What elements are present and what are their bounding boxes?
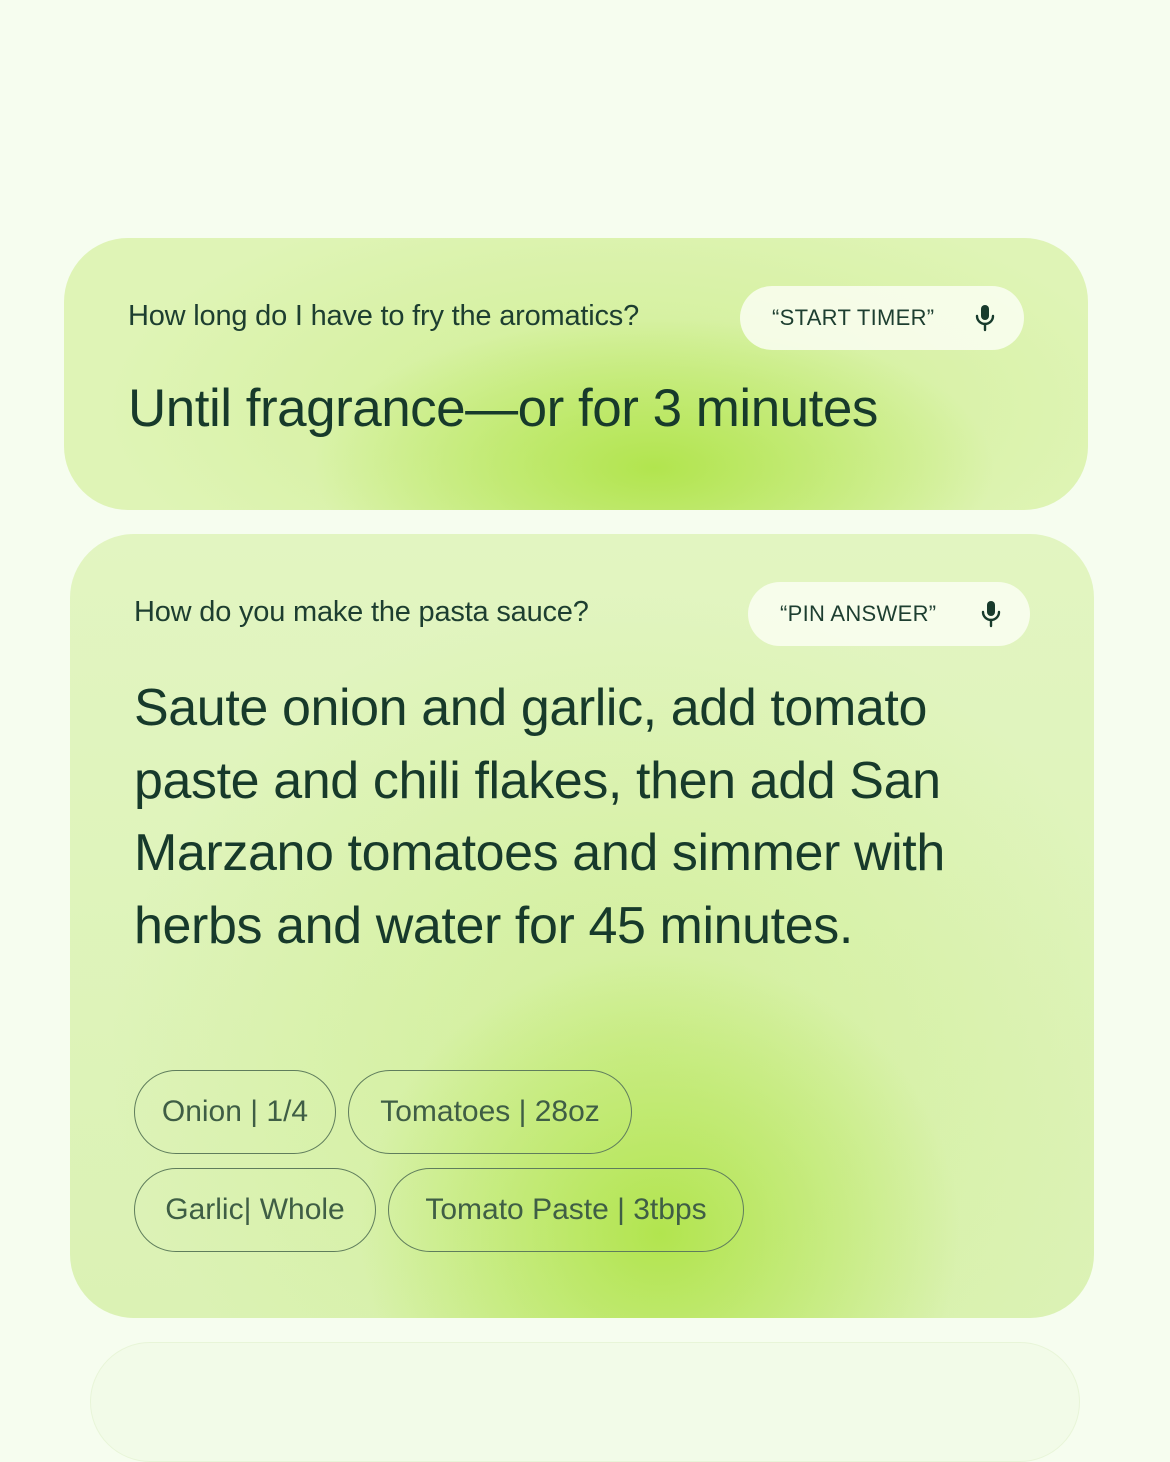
pin-answer-button[interactable]: “PIN ANSWER” bbox=[748, 582, 1030, 646]
start-timer-button[interactable]: “START TIMER” bbox=[740, 286, 1024, 350]
next-answer-card bbox=[90, 1342, 1080, 1462]
answer-card-pasta-sauce: How do you make the pasta sauce? “PIN AN… bbox=[70, 534, 1094, 1318]
question-text: How long do I have to fry the aromatics? bbox=[128, 300, 640, 332]
ingredient-chip-tomatoes[interactable]: Tomatoes | 28oz bbox=[348, 1070, 632, 1154]
mic-icon bbox=[975, 305, 995, 332]
pin-answer-label: “PIN ANSWER” bbox=[780, 601, 937, 626]
mic-icon bbox=[981, 601, 1001, 628]
start-timer-label: “START TIMER” bbox=[772, 305, 935, 330]
ingredient-chip-onion[interactable]: Onion | 1/4 bbox=[134, 1070, 336, 1154]
ingredient-chip-garlic[interactable]: Garlic| Whole bbox=[134, 1168, 376, 1252]
answer-text: Until fragrance—or for 3 minutes bbox=[128, 379, 878, 438]
question-text: How do you make the pasta sauce? bbox=[134, 596, 589, 628]
answer-text: Saute onion and garlic, add tomato paste… bbox=[134, 679, 945, 955]
answer-card-aromatics: How long do I have to fry the aromatics?… bbox=[64, 238, 1088, 510]
ingredient-chip-tomato-paste[interactable]: Tomato Paste | 3tbps bbox=[388, 1168, 744, 1252]
